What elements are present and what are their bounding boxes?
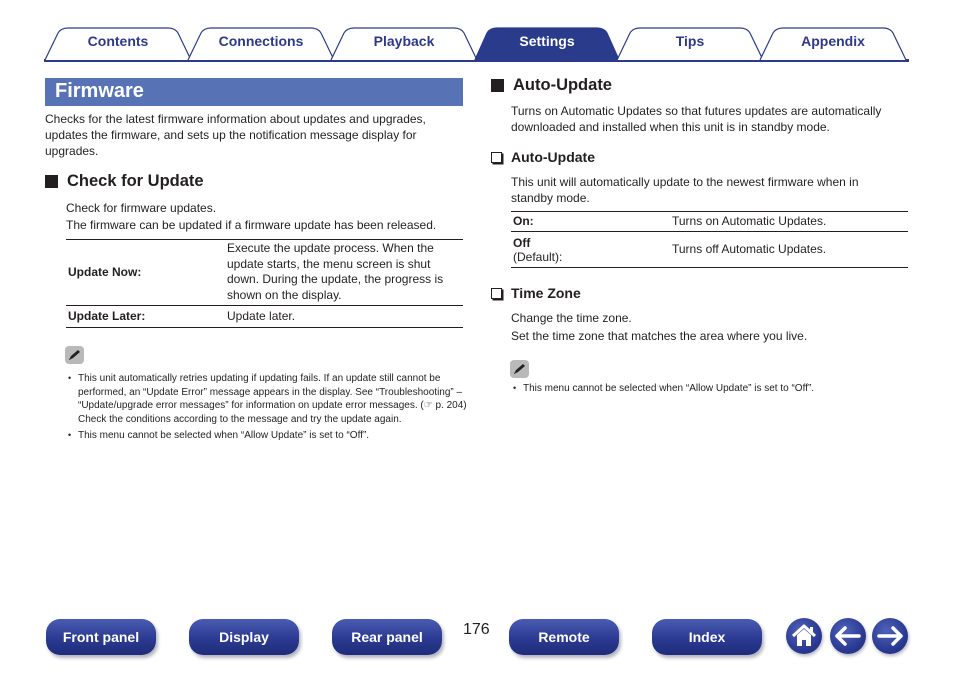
home-icon — [791, 624, 817, 646]
pencil-icon — [69, 350, 80, 360]
option-key: Update Later: — [66, 305, 225, 328]
note-text: This menu cannot be selected when “Allow… — [523, 383, 815, 394]
note-item: This unit automatically retries updating… — [67, 372, 467, 426]
tab-settings[interactable]: Settings — [473, 27, 621, 62]
note-icon — [510, 360, 529, 378]
section-title-bar: Firmware — [45, 78, 463, 106]
auto-update-sub-heading: Auto-Update — [491, 149, 595, 165]
check-update-notes: This unit automatically retries updating… — [67, 372, 467, 443]
note-item: This menu cannot be selected when “Allow… — [67, 429, 467, 443]
option-key-main: Off — [513, 235, 531, 250]
option-key: Off (Default): — [511, 231, 670, 268]
heading-text: Auto-Update — [513, 76, 612, 94]
filled-square-icon — [45, 175, 58, 188]
back-button[interactable] — [830, 618, 866, 654]
auto-update-options-table: On: Turns on Automatic Updates. Off (Def… — [511, 211, 908, 268]
option-desc: Turns on Automatic Updates. — [670, 211, 908, 232]
pencil-icon — [514, 364, 525, 374]
heading-text: Check for Update — [67, 172, 204, 190]
filled-square-icon — [491, 79, 504, 92]
rear-panel-button[interactable]: Rear panel — [332, 619, 442, 655]
time-zone-line-2: Set the time zone that matches the area … — [511, 329, 808, 343]
time-zone-line-1: Change the time zone. — [511, 311, 632, 325]
tab-label: Settings — [519, 33, 575, 49]
tab-tips[interactable]: Tips — [616, 27, 764, 60]
check-for-update-heading: Check for Update — [45, 172, 204, 191]
auto-update-desc: Turns on Automatic Updates so that futur… — [511, 104, 882, 134]
home-button[interactable] — [786, 618, 822, 654]
display-button[interactable]: Display — [189, 619, 299, 655]
tab-label: Playback — [373, 33, 435, 49]
option-desc: Turns off Automatic Updates. — [670, 231, 908, 268]
note-icon — [65, 346, 84, 364]
page-number: 176 — [463, 621, 490, 638]
outline-square-icon — [491, 287, 502, 299]
heading-text: Auto-Update — [511, 149, 595, 165]
back-arrow-icon — [835, 626, 861, 646]
option-key-default: (Default): — [513, 249, 563, 264]
tab-label: Appendix — [801, 33, 865, 49]
note-item: This menu cannot be selected when “Allow… — [512, 382, 912, 396]
tab-label: Contents — [87, 33, 149, 49]
option-desc: Update later. — [225, 305, 463, 328]
intro-text: Checks for the latest firmware informati… — [45, 112, 426, 158]
table-row: Update Now: Execute the update process. … — [66, 239, 463, 306]
remote-button[interactable]: Remote — [509, 619, 619, 655]
front-panel-button[interactable]: Front panel — [46, 619, 156, 655]
table-row: Off (Default): Turns off Automatic Updat… — [511, 231, 908, 268]
note-text: This unit automatically retries updating… — [78, 373, 467, 412]
heading-text: Time Zone — [511, 285, 581, 301]
note-text: This menu cannot be selected when “Allow… — [78, 430, 370, 442]
tab-playback[interactable]: Playback — [330, 27, 478, 60]
index-button[interactable]: Index — [652, 619, 762, 655]
page-title: Firmware — [55, 80, 144, 102]
forward-button[interactable] — [872, 618, 908, 654]
tab-bar: Contents Connections Playback Settings T… — [44, 27, 909, 62]
forward-arrow-icon — [877, 626, 903, 646]
option-key: Update Now: — [66, 239, 225, 306]
time-zone-notes: This menu cannot be selected when “Allow… — [512, 382, 912, 396]
tab-contents[interactable]: Contents — [44, 27, 192, 60]
check-line-2: The firmware can be updated if a firmwar… — [66, 218, 437, 232]
option-key: On: — [511, 211, 670, 232]
tab-appendix[interactable]: Appendix — [759, 27, 907, 60]
auto-update-sub-desc: This unit will automatically update to t… — [511, 175, 859, 205]
outline-square-icon — [491, 151, 502, 163]
tab-label: Tips — [675, 33, 705, 49]
note-text: Check the conditions according to the me… — [78, 413, 402, 425]
tab-label: Connections — [218, 33, 304, 49]
table-row: Update Later: Update later. — [66, 305, 463, 328]
tab-connections[interactable]: Connections — [187, 27, 335, 60]
auto-update-heading: Auto-Update — [491, 76, 612, 95]
table-row: On: Turns on Automatic Updates. — [511, 211, 908, 232]
check-line-1: Check for firmware updates. — [66, 201, 217, 215]
update-options-table: Update Now: Execute the update process. … — [66, 239, 463, 328]
time-zone-heading: Time Zone — [491, 285, 581, 301]
option-desc: Execute the update process. When the upd… — [225, 239, 463, 306]
